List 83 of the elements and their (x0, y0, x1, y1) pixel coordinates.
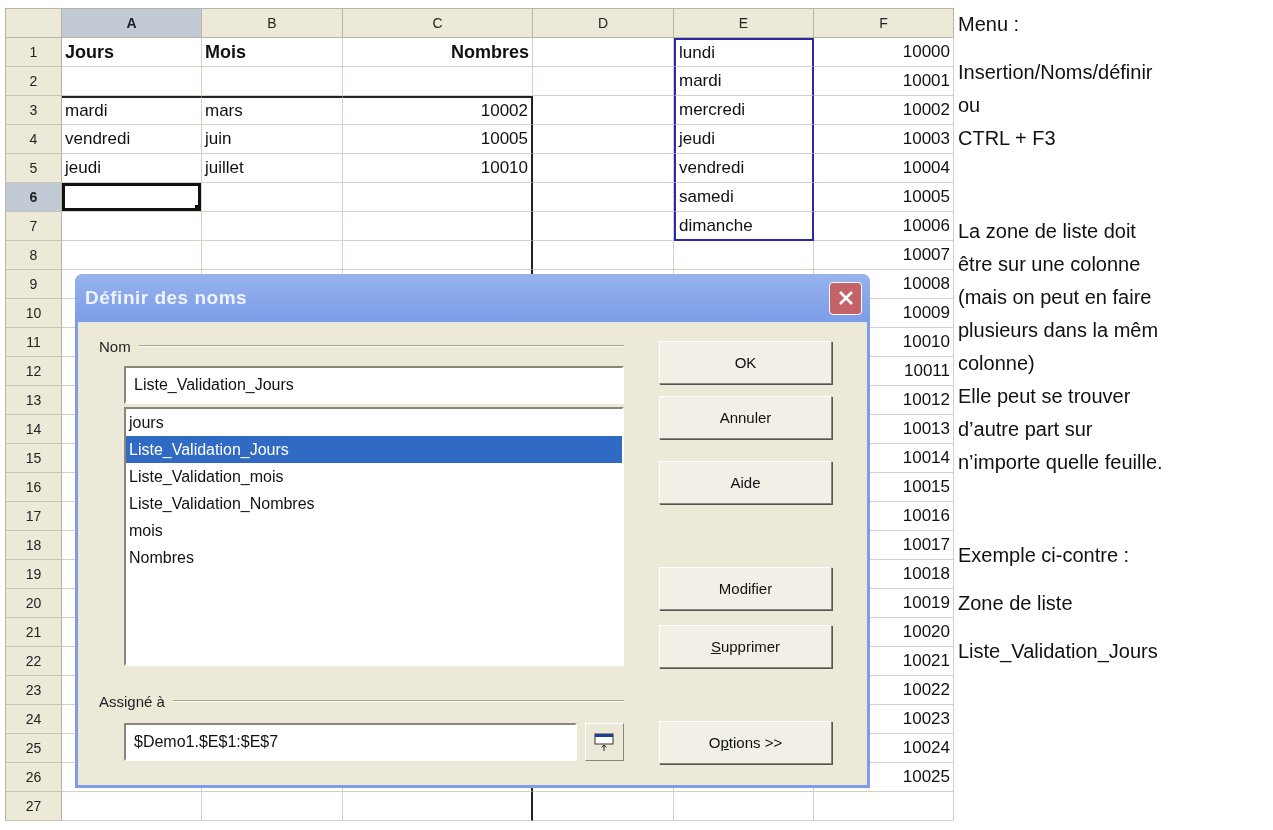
group-label: Assigné à (99, 692, 165, 710)
list-item[interactable]: jours (126, 409, 622, 436)
table-cell: 10002 (814, 96, 954, 125)
table-cell: jeudi (674, 125, 814, 154)
list-item[interactable]: mois (126, 517, 622, 544)
row-header[interactable]: 26 (5, 763, 62, 792)
column-header[interactable]: C (343, 8, 533, 38)
row-header[interactable]: 8 (5, 241, 62, 270)
table-cell: lundi (674, 38, 814, 67)
row-header[interactable]: 20 (5, 589, 62, 618)
table-cell: juin (202, 125, 343, 154)
table-cell: 10002 (343, 96, 533, 125)
table-cell: samedi (674, 183, 814, 212)
column-header[interactable]: D (533, 8, 674, 38)
dialog-button[interactable]: Aide (659, 461, 832, 504)
dialog-button[interactable]: Annuler (659, 396, 832, 439)
table-cell: jeudi (62, 154, 202, 183)
dialog-button[interactable]: Options >> (659, 721, 832, 764)
row-header[interactable]: 11 (5, 328, 62, 357)
table-cell: vendredi (62, 125, 202, 154)
dialog-title: Définir des noms (85, 287, 248, 309)
list-item[interactable]: Liste_Validation_Nombres (126, 490, 622, 517)
table-cell: 10010 (343, 154, 533, 183)
row-header[interactable]: 13 (5, 386, 62, 415)
table-cell: mars (202, 96, 343, 125)
table-cell: mercredi (674, 96, 814, 125)
table-cell: 10006 (814, 212, 954, 241)
row-header[interactable]: 21 (5, 618, 62, 647)
row-header[interactable]: 27 (5, 792, 62, 821)
row-header[interactable]: 23 (5, 676, 62, 705)
table-cell: 10005 (814, 183, 954, 212)
column-header[interactable]: E (674, 8, 814, 38)
row-header[interactable]: 25 (5, 734, 62, 763)
row-header[interactable]: 1 (5, 38, 62, 67)
table-cell: Jours (62, 38, 202, 67)
row-header[interactable]: 4 (5, 125, 62, 154)
table-cell: Nombres (343, 38, 533, 67)
row-header[interactable]: 15 (5, 444, 62, 473)
note-text: Exemple ci-contre : (958, 543, 1131, 568)
table-cell: vendredi (674, 154, 814, 183)
note-text: Zone de liste (958, 591, 1074, 616)
dialog-button[interactable]: Supprimer (659, 625, 832, 668)
column-header[interactable]: B (202, 8, 343, 38)
list-item[interactable]: Liste_Validation_Jours (126, 436, 622, 463)
note-text: La zone de liste doit être sur une colonne (mais on peut en faire plusieurs dans la mêm colonne) Elle peut se trouver d’autre part sur n’importe quelle feuille. (958, 219, 1163, 475)
list-item[interactable]: Liste_Validation_mois (126, 463, 622, 490)
table-cell: mardi (62, 96, 202, 125)
row-header[interactable]: 10 (5, 299, 62, 328)
table-cell: 10003 (814, 125, 954, 154)
row-header[interactable]: 19 (5, 560, 62, 589)
reference-field[interactable]: $Demo1.$E$1:$E$7 (124, 723, 577, 761)
column-header[interactable]: A (62, 8, 202, 38)
note-text: Liste_Validation_Jours (958, 639, 1159, 665)
row-header[interactable]: 22 (5, 647, 62, 676)
table-cell: 10000 (814, 38, 954, 67)
row-header[interactable]: 3 (5, 96, 62, 125)
row-header[interactable]: 12 (5, 357, 62, 386)
table-cell: mardi (674, 67, 814, 96)
table-cell: 10004 (814, 154, 954, 183)
note-text: Insertion/Noms/définir ou CTRL + F3 (958, 60, 1154, 151)
row-header[interactable]: 7 (5, 212, 62, 241)
dialog-button[interactable]: OK (659, 341, 832, 384)
dialog-button[interactable]: Modifier (659, 567, 832, 610)
row-header[interactable]: 9 (5, 270, 62, 299)
table-cell: dimanche (674, 212, 814, 241)
row-header[interactable]: 14 (5, 415, 62, 444)
row-header[interactable]: 5 (5, 154, 62, 183)
table-cell: 10005 (343, 125, 533, 154)
column-header[interactable]: F (814, 8, 954, 38)
row-header[interactable]: 24 (5, 705, 62, 734)
table-cell: Mois (202, 38, 343, 67)
row-header[interactable]: 6 (5, 183, 62, 212)
table-cell: 10007 (814, 241, 954, 270)
note-text: Menu : (958, 12, 1021, 37)
name-field[interactable]: Liste_Validation_Jours (124, 366, 624, 404)
row-header[interactable]: 16 (5, 473, 62, 502)
table-cell: juillet (202, 154, 343, 183)
group-label: Nom (99, 337, 131, 355)
list-item[interactable]: Nombres (126, 544, 622, 571)
row-header[interactable]: 17 (5, 502, 62, 531)
row-header[interactable]: 18 (5, 531, 62, 560)
table-cell: 10001 (814, 67, 954, 96)
row-header[interactable]: 2 (5, 67, 62, 96)
